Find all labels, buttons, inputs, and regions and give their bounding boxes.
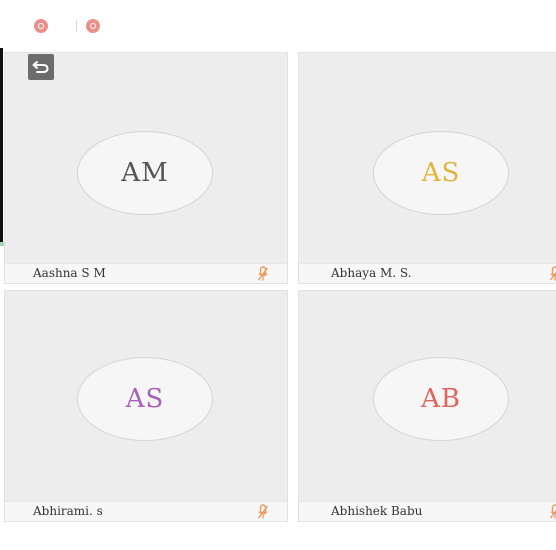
participant-name: Abhaya M. S. <box>331 266 412 280</box>
undo-arrow-icon <box>32 61 49 73</box>
mic-off-icon-glyph <box>90 23 96 29</box>
video-off-icon-glyph <box>38 23 44 29</box>
mic-muted-icon <box>257 504 269 519</box>
meeting-window: AM Aashna S M AS Abhaya M. S. AS Abhiram… <box>0 0 556 550</box>
avatar-initials: AB <box>373 357 509 441</box>
participant-name-bar: Aashna S M <box>5 263 287 283</box>
avatar-initials: AM <box>77 131 213 215</box>
participant-name: Aashna S M <box>33 266 106 280</box>
mic-muted-icon <box>257 266 269 281</box>
participant-tile-2[interactable]: AS Abhaya M. S. <box>298 52 556 284</box>
avatar-initials: AS <box>77 357 213 441</box>
participant-name-bar: Abhaya M. S. <box>299 263 556 283</box>
participant-name: Abhishek Babu <box>331 504 423 518</box>
participant-tile-4[interactable]: AB Abhishek Babu <box>298 290 556 522</box>
left-edge-bar <box>0 48 3 242</box>
back-button[interactable] <box>28 54 54 80</box>
video-off-icon[interactable] <box>34 19 48 33</box>
avatar-initials: AS <box>373 131 509 215</box>
participant-tile-1[interactable]: AM Aashna S M <box>4 52 288 284</box>
top-toolbar <box>0 0 556 48</box>
participant-tile-3[interactable]: AS Abhirami. s <box>4 290 288 522</box>
participant-name-bar: Abhishek Babu <box>299 501 556 521</box>
mic-off-icon[interactable] <box>86 19 100 33</box>
participant-name-bar: Abhirami. s <box>5 501 287 521</box>
mic-muted-icon <box>549 504 556 519</box>
mic-muted-icon <box>549 266 556 281</box>
toolbar-divider <box>76 20 77 32</box>
participant-name: Abhirami. s <box>33 504 103 518</box>
